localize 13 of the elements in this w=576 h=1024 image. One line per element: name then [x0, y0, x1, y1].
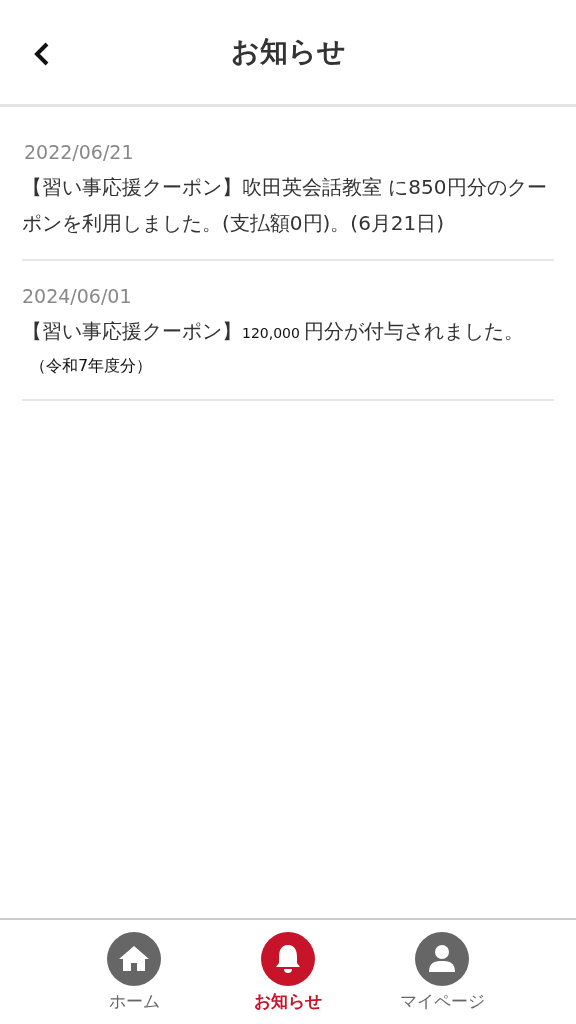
nav-tab[interactable]: お知らせ: [237, 932, 339, 1024]
bell-icon: [261, 932, 315, 986]
notice-date: 2022/06/21: [23, 141, 135, 163]
notice-note: （令和7年度分）: [29, 355, 154, 377]
notice-date: 2024/06/01: [22, 285, 133, 307]
notice-message: 【習い事応援クーポン】120,000 円分が付与されました。: [22, 318, 526, 345]
home-icon: [107, 932, 161, 986]
nav-tab[interactable]: ホーム: [83, 932, 185, 1024]
chevron-left-icon: [34, 41, 50, 67]
nav-tab[interactable]: マイページ: [391, 932, 493, 1024]
person-icon: [415, 932, 469, 986]
notice-message: 【習い事応援クーポン】吹田英会話教室 に850円分のクーポンを利用しました。(支払額0円)。(6月21日): [22, 174, 548, 237]
page-title: お知らせ: [230, 34, 346, 70]
